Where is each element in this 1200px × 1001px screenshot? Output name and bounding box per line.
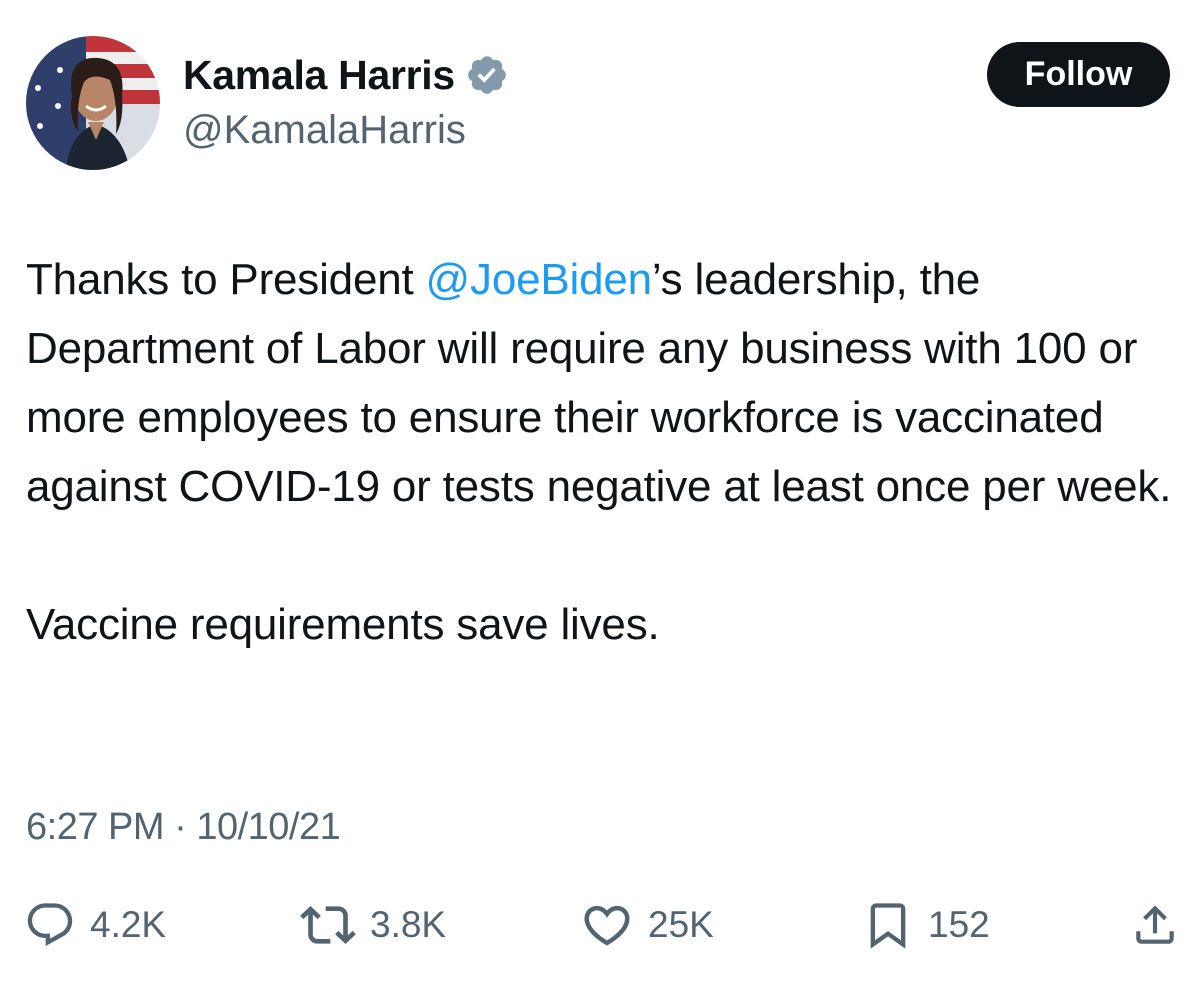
- tweet-timestamp[interactable]: 6:27 PM · 10/10/21: [26, 806, 341, 849]
- tweet-text: Thanks to President @JoeBiden’s leadersh…: [26, 245, 1196, 659]
- avatar[interactable]: [26, 36, 160, 170]
- like-count: 25K: [648, 904, 714, 945]
- reply-icon: [27, 903, 73, 947]
- share-icon: [1136, 905, 1174, 944]
- follow-button[interactable]: Follow: [987, 42, 1170, 107]
- bookmark-button[interactable]: 152: [862, 890, 990, 960]
- tweet-date: 10/10/21: [196, 806, 341, 848]
- reply-button[interactable]: 4.2K: [24, 890, 166, 960]
- bookmark-count: 152: [928, 904, 990, 945]
- like-button[interactable]: 25K: [580, 890, 714, 960]
- tweet-paragraph-1: Thanks to President @JoeBiden’s leadersh…: [26, 245, 1196, 521]
- share-button[interactable]: [1130, 890, 1180, 960]
- tweet-time: 6:27 PM: [26, 806, 165, 848]
- bookmark-icon: [870, 903, 906, 949]
- author-name-row: Kamala Harris: [183, 48, 509, 102]
- tweet-action-bar: 4.2K 3.8K 25K 152: [0, 890, 1200, 960]
- retweet-count: 3.8K: [370, 904, 447, 945]
- meta-separator: ·: [174, 806, 187, 848]
- tweet-text-lead: Thanks to President: [26, 255, 426, 304]
- author-handle[interactable]: @KamalaHarris: [183, 108, 466, 153]
- avatar-image: [26, 36, 160, 170]
- reply-count: 4.2K: [90, 904, 167, 945]
- retweet-button[interactable]: 3.8K: [300, 890, 446, 960]
- author-display-name[interactable]: Kamala Harris: [183, 52, 455, 99]
- tweet-paragraph-2: Vaccine requirements save lives.: [26, 600, 660, 649]
- verified-badge-icon: [465, 53, 509, 97]
- follow-button-label: Follow: [1024, 55, 1133, 93]
- tweet-header: Kamala Harris @KamalaHarris Follow: [0, 0, 1200, 200]
- heart-icon: [584, 905, 630, 946]
- retweet-icon: [300, 906, 356, 944]
- mention-link[interactable]: @JoeBiden: [426, 255, 653, 304]
